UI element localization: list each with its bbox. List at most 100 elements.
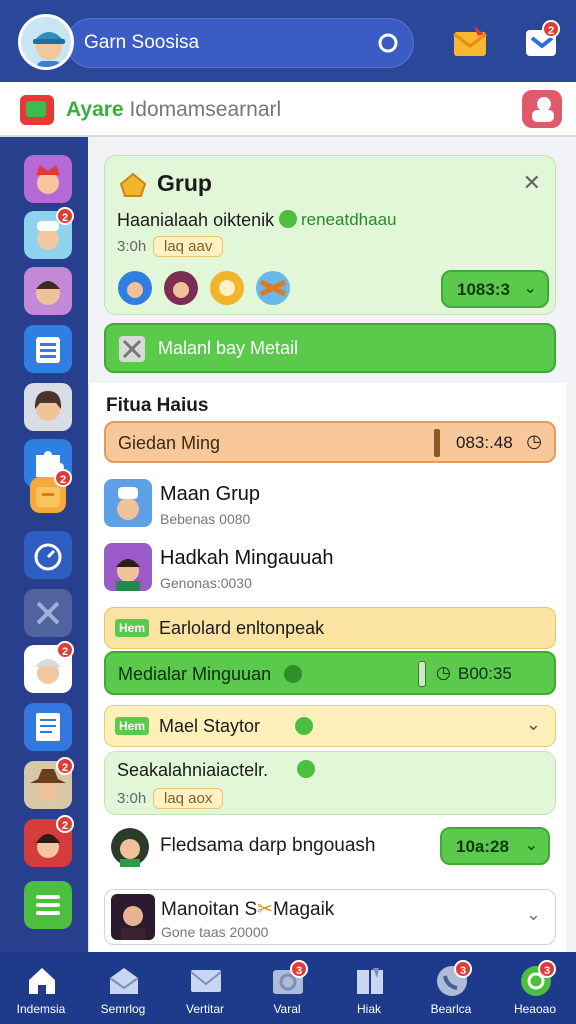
clock-icon: ◷: [526, 431, 542, 451]
group-card[interactable]: Grup ✕ Haanialaah oiktenik reneatdhaau 3…: [104, 155, 556, 315]
top-bar: Garn Soosisa 2: [0, 0, 576, 82]
sidebar-item-timer[interactable]: [24, 531, 72, 579]
light-card-time: 3:0h: [117, 790, 147, 807]
search-icon[interactable]: [376, 31, 400, 55]
green-bar[interactable]: Medialar Minguuan ◷ B00:35: [104, 651, 556, 695]
sidebar-item-chef[interactable]: 2: [24, 207, 74, 259]
group-title: Grup: [157, 170, 212, 196]
group-action-button[interactable]: 1083:3 ⌄: [441, 270, 549, 308]
sidebar: 2 2 2 2 2: [0, 137, 88, 952]
orange-bar-time: 083:.48: [456, 433, 513, 452]
section-title: Fitua Haius: [106, 395, 209, 416]
divider: [434, 429, 440, 457]
search-bar[interactable]: Garn Soosisa: [66, 18, 414, 68]
detail-button[interactable]: Malanl bay Metail: [104, 323, 556, 373]
yellow-bar[interactable]: Hem Earlolard enltonpeak: [104, 607, 556, 649]
timer-icon: [34, 543, 62, 571]
sidebar-item-girl[interactable]: 2: [24, 815, 74, 867]
nav-badge: 3: [454, 960, 472, 978]
list-item[interactable]: Hadkah Mingauuah Genonas:0030: [104, 543, 556, 595]
list-avatar-icon: [104, 479, 152, 527]
check-icon: [279, 210, 297, 228]
sidebar-item-briefcase[interactable]: 2: [30, 469, 72, 513]
messages-button[interactable]: 2: [524, 20, 560, 60]
sub-title-prefix: Ayare: [66, 98, 124, 121]
check-icon: [297, 760, 315, 778]
last-card[interactable]: Manoitan S✂Magaik Gone taas 20000 ⌄: [104, 889, 556, 945]
slider-handle[interactable]: [418, 661, 426, 687]
light-card-line: Seakalahniaiactelr.: [117, 760, 269, 780]
green-bar-label: Medialar Minguuan: [118, 664, 272, 684]
list-item-name: Maan Grup: [160, 483, 261, 505]
nav-varal[interactable]: 3 Varal: [246, 952, 328, 1024]
last-card-name: Manoitan S✂Magaik: [161, 898, 334, 921]
light-card[interactable]: Seakalahniaiactelr. 3:0h laq aox: [104, 751, 556, 815]
profile-shortcut-button[interactable]: [522, 90, 562, 128]
light-card-tag: laq aox: [153, 788, 224, 809]
chevron-down-icon[interactable]: ⌄: [526, 714, 541, 735]
fried-row-name: Fledsama darp bngouash: [160, 835, 376, 856]
check-icon: [295, 717, 313, 735]
member-avatars-icon: [118, 271, 290, 305]
nav-label: Hiak: [356, 1002, 381, 1016]
menu-icon: [36, 895, 60, 915]
nav-label: Heaoao: [513, 1002, 557, 1016]
tools-icon: [532, 97, 554, 122]
sidebar-item-document[interactable]: [24, 703, 72, 751]
app-logo-icon: [20, 95, 54, 125]
bottom-nav: Indemsia Semrlog Vertitar 3 Varal Hiak 3…: [0, 952, 576, 1024]
woman-avatar-icon: [34, 391, 62, 421]
list-item-sub: Genonas:0030: [160, 575, 252, 591]
fried-row-button[interactable]: 10a:28 ⌄: [440, 827, 550, 865]
nav-heaoao[interactable]: 3 Heaoao: [494, 952, 576, 1024]
chevron-down-icon[interactable]: ⌄: [526, 904, 541, 925]
nav-bearlca[interactable]: 3 Bearlca: [410, 952, 492, 1024]
chevron-down-icon: ⌄: [523, 280, 537, 297]
sidebar-menu-button[interactable]: [24, 881, 72, 929]
main-content: Grup ✕ Haanialaah oiktenik reneatdhaau 3…: [88, 137, 576, 952]
nav-hiak[interactable]: Hiak: [328, 952, 410, 1024]
sidebar-item-worker[interactable]: 2: [24, 641, 74, 693]
group-button-label: 1083:3: [457, 280, 510, 299]
sidebar-item-list[interactable]: [24, 325, 72, 373]
sub-title: Ayare Idomamsearnarl: [66, 98, 281, 122]
sidebar-item-person[interactable]: [24, 267, 72, 315]
chevron-down-icon: ⌄: [524, 837, 538, 854]
sidebar-item-king[interactable]: [24, 155, 72, 203]
home-icon: [29, 968, 55, 994]
group-time: 3:0h: [117, 238, 147, 255]
nav-vertitar[interactable]: Vertitar: [164, 952, 246, 1024]
person-avatar-icon: [36, 281, 60, 305]
mail-icon: [190, 970, 222, 992]
yellow-bar2-label: Mael Staytor: [159, 716, 261, 736]
sub-title-rest: Idomamsearnarl: [123, 98, 282, 121]
list-icon: [36, 337, 60, 363]
nav-badge: 3: [290, 960, 308, 978]
notification-gift-button[interactable]: [452, 24, 488, 60]
close-icon[interactable]: ✕: [523, 170, 541, 196]
nav-home[interactable]: Indemsia: [0, 952, 82, 1024]
green-bar-time: B00:35: [458, 664, 512, 683]
worker-badge: 2: [56, 641, 74, 659]
orange-bar[interactable]: Giedan Ming 083:.48 ◷: [104, 421, 556, 463]
fried-row[interactable]: Fledsama darp bngouash 10a:28 ⌄: [104, 825, 556, 871]
list-item[interactable]: Maan Grup Bebenas 0080: [104, 479, 556, 531]
briefcase-badge: 2: [54, 469, 72, 487]
sidebar-item-cowboy[interactable]: 2: [24, 757, 74, 809]
tools-icon: ✂: [257, 899, 274, 920]
nav-label: Bearlca: [430, 1002, 472, 1016]
clock-icon: ◷: [436, 663, 451, 682]
check-icon: [284, 665, 302, 683]
book-icon: [357, 968, 383, 994]
sidebar-item-woman[interactable]: [24, 383, 72, 431]
yellow-bar-2[interactable]: Hem Mael Staytor ⌄: [104, 705, 556, 747]
fried-avatar-icon: [111, 828, 149, 867]
last-card-sub: Gone taas 20000: [161, 924, 269, 940]
member-avatars: [117, 270, 297, 306]
sidebar-item-tools[interactable]: [24, 589, 72, 637]
cart-icon: [119, 172, 147, 197]
tools-cross-icon: [36, 601, 60, 625]
nav-label: Semrlog: [100, 1002, 146, 1016]
avatar[interactable]: [18, 14, 74, 70]
nav-semrlog[interactable]: Semrlog: [82, 952, 164, 1024]
